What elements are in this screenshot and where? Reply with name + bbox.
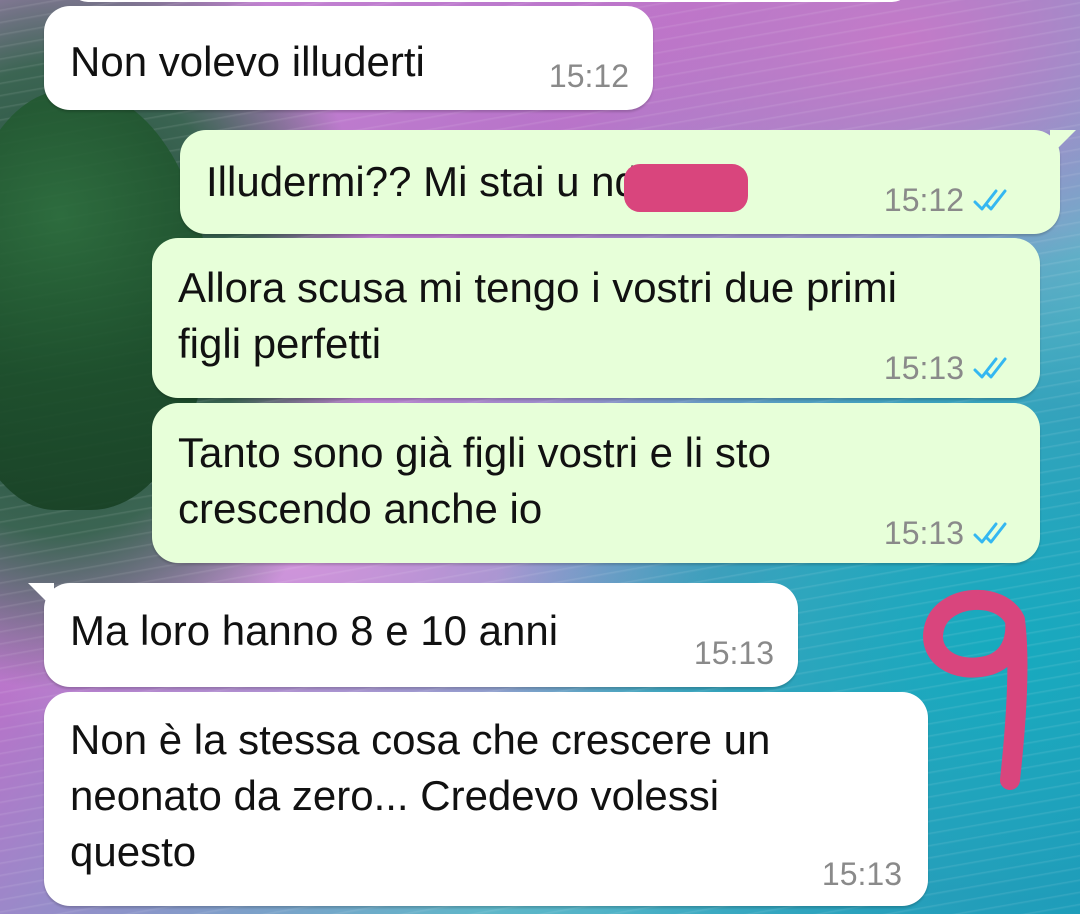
message-text: Illudermi?? Mi stai u ndo! [206, 158, 673, 205]
message-meta: 15:12 [549, 58, 629, 94]
message-time: 15:13 [883, 515, 964, 551]
handwritten-number-annotation [923, 589, 1028, 790]
message-text: Non è la stessa cosa che crescere un neo… [70, 716, 771, 875]
message-time: 15:12 [883, 182, 964, 218]
previous-message-edge [70, 0, 910, 2]
message-bubble-outgoing[interactable]: Tanto sono già figli vostri e li sto cre… [152, 403, 1040, 563]
message-meta: 15:13 [884, 350, 1016, 386]
double-check-icon [973, 189, 1007, 211]
bubble-tail [28, 583, 54, 609]
message-time: 15:12 [548, 58, 629, 94]
message-time: 15:13 [883, 350, 964, 386]
message-bubble-outgoing[interactable]: Illudermi?? Mi stai u ndo! 15:12 [180, 130, 1076, 234]
message-text: Allora scusa mi tengo i vostri due primi… [178, 264, 897, 367]
message-meta: 15:13 [822, 856, 902, 892]
double-check-icon [973, 357, 1007, 379]
message-meta: 15:13 [694, 635, 774, 671]
message-time: 15:13 [693, 635, 774, 671]
message-text: Non volevo illuderti [70, 38, 425, 85]
message-bubble-incoming[interactable]: Non è la stessa cosa che crescere un neo… [44, 692, 928, 906]
message-text: Tanto sono già figli vostri e li sto cre… [178, 429, 771, 532]
double-check-icon [973, 522, 1007, 544]
redaction-mark [624, 164, 748, 212]
message-meta: 15:12 [884, 182, 1016, 218]
bubble-tail [1050, 130, 1076, 156]
message-text: Ma loro hanno 8 e 10 anni [70, 607, 559, 654]
message-meta: 15:13 [884, 515, 1016, 551]
message-time: 15:13 [821, 856, 902, 892]
message-bubble-outgoing[interactable]: Allora scusa mi tengo i vostri due primi… [152, 238, 1040, 398]
message-bubble-incoming[interactable]: Non volevo illuderti 15:12 [44, 6, 653, 110]
message-bubble-incoming[interactable]: Ma loro hanno 8 e 10 anni 15:13 [28, 583, 798, 687]
